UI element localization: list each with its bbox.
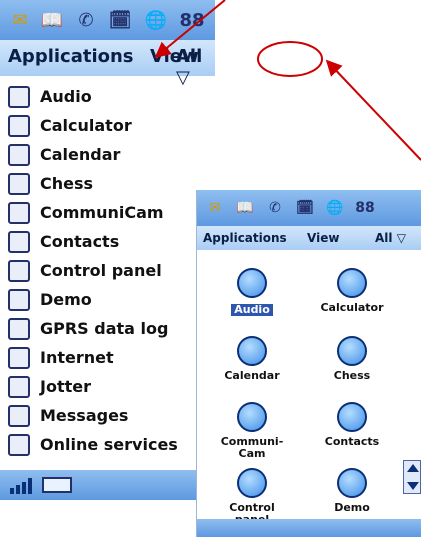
- control-panel-icon: [8, 259, 30, 282]
- audio-icon: [8, 85, 30, 108]
- online-services-icon: [8, 433, 30, 456]
- signal-icon: [10, 478, 32, 494]
- audio-icon: [237, 268, 267, 298]
- list-item[interactable]: Calculator: [0, 111, 215, 140]
- status-bar: [0, 470, 215, 500]
- tile-calendar[interactable]: Calendar: [207, 336, 297, 400]
- tile-label: Calculator: [320, 301, 384, 314]
- applications-list: Audio Calculator Calendar Chess CommuniC…: [0, 82, 215, 459]
- keyboard-icon[interactable]: [42, 477, 72, 493]
- chess-icon: [8, 172, 30, 195]
- tile-label: Calendar: [224, 369, 280, 382]
- contacts-icon: [8, 230, 30, 253]
- calendar-icon: [237, 336, 267, 366]
- gprs-icon: [8, 317, 30, 340]
- scroll-buttons[interactable]: [403, 460, 421, 494]
- tile-label: Communi- Cam: [220, 435, 284, 460]
- phone-icon[interactable]: ✆: [74, 8, 98, 32]
- tile-communicam[interactable]: Communi- Cam: [207, 402, 297, 466]
- list-item[interactable]: Online services: [0, 430, 215, 459]
- applications-menu[interactable]: Applications: [8, 46, 134, 67]
- list-item[interactable]: Control panel: [0, 256, 215, 285]
- internet-icon[interactable]: 🌐: [144, 8, 168, 32]
- calendar-icon[interactable]: 🗓: [295, 198, 315, 218]
- calculator-icon: [8, 114, 30, 137]
- internet-icon: [8, 346, 30, 369]
- tile-audio[interactable]: Audio: [207, 268, 297, 332]
- list-item[interactable]: Contacts: [0, 227, 215, 256]
- annotation-circle: [257, 41, 323, 77]
- list-item[interactable]: Calendar: [0, 140, 215, 169]
- tile-label: Demo: [334, 501, 370, 514]
- camera-icon: [8, 201, 30, 224]
- small-phone-screen: ✉ 📖 ✆ 🗓 🌐 88 Applications View All ▽ Aud…: [196, 190, 421, 537]
- control-panel-icon: [237, 468, 267, 498]
- messages-icon: [8, 404, 30, 427]
- tile-label: Audio: [231, 304, 273, 316]
- annotation-arrow: [325, 59, 421, 161]
- applications-menu[interactable]: Applications: [203, 231, 287, 245]
- tile-chess[interactable]: Chess: [307, 336, 397, 400]
- list-item[interactable]: Jotter: [0, 372, 215, 401]
- menu-bar: Applications View All ▽: [0, 40, 215, 88]
- demo-icon: [337, 468, 367, 498]
- menu-bar: Applications View All ▽: [197, 226, 421, 250]
- top-icon-bar: ✉ 📖 ✆ 🗓 🌐 88: [197, 190, 421, 226]
- tile-label: Contacts: [324, 435, 380, 448]
- apps-icon[interactable]: 88: [179, 8, 204, 32]
- demo-icon: [8, 288, 30, 311]
- list-item[interactable]: Demo: [0, 285, 215, 314]
- tile-label: Chess: [333, 369, 371, 382]
- chess-icon: [337, 336, 367, 366]
- list-item[interactable]: Internet: [0, 343, 215, 372]
- all-filter-menu[interactable]: All ▽: [375, 231, 406, 245]
- tile-calculator[interactable]: Calculator: [307, 268, 397, 332]
- list-item[interactable]: Chess: [0, 169, 215, 198]
- view-menu[interactable]: View: [307, 231, 339, 245]
- messages-icon[interactable]: ✉: [205, 198, 225, 218]
- camera-icon: [237, 402, 267, 432]
- phone-icon[interactable]: ✆: [265, 198, 285, 218]
- contacts-icon[interactable]: 📖: [40, 8, 64, 32]
- top-icon-bar: ✉ 📖 ✆ 🗓 🌐 88: [0, 0, 215, 40]
- calendar-icon[interactable]: 🗓: [108, 8, 132, 32]
- list-item[interactable]: Messages: [0, 401, 215, 430]
- list-item[interactable]: Audio: [0, 82, 215, 111]
- apps-icon[interactable]: 88: [355, 198, 375, 218]
- calendar-icon: [8, 143, 30, 166]
- contacts-icon[interactable]: 📖: [235, 198, 255, 218]
- messages-icon[interactable]: ✉: [8, 8, 32, 32]
- tile-contacts[interactable]: Contacts: [307, 402, 397, 466]
- status-bar: [197, 519, 421, 537]
- big-phone-screen: ✉ 📖 ✆ 🗓 🌐 88 Applications View All ▽ Aud…: [0, 0, 215, 500]
- jotter-icon: [8, 375, 30, 398]
- calculator-icon: [337, 268, 367, 298]
- internet-icon[interactable]: 🌐: [325, 198, 345, 218]
- list-item[interactable]: CommuniCam: [0, 198, 215, 227]
- list-item[interactable]: GPRS data log: [0, 314, 215, 343]
- contacts-icon: [337, 402, 367, 432]
